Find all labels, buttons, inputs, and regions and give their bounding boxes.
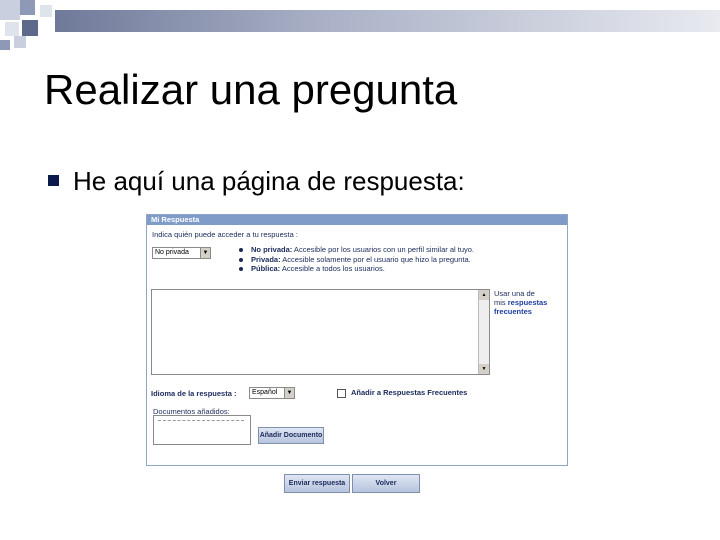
textarea-scrollbar[interactable]: ▲ ▼ bbox=[478, 290, 489, 374]
panel-header: Mi Respuesta bbox=[147, 215, 567, 225]
documents-list-divider bbox=[158, 420, 244, 421]
access-select-value: No privada bbox=[155, 249, 189, 256]
answer-panel: Mi Respuesta Indica quién puede acceder … bbox=[146, 214, 568, 466]
deco-square bbox=[22, 20, 38, 36]
chevron-down-icon[interactable]: ▼ bbox=[200, 248, 210, 258]
frequent-answers-link[interactable]: frecuentes bbox=[494, 307, 532, 316]
access-options-list: No privada: Accesible por los usuarios c… bbox=[239, 245, 474, 274]
scroll-up-icon[interactable]: ▲ bbox=[479, 290, 489, 300]
bullet-item: He aquí una página de respuesta: bbox=[48, 166, 465, 197]
top-decorative-bar bbox=[55, 10, 720, 32]
frequent-answers-link[interactable]: respuestas bbox=[508, 298, 548, 307]
send-response-button[interactable]: Enviar respuesta bbox=[284, 474, 350, 493]
back-button[interactable]: Volver bbox=[352, 474, 420, 493]
bullet-dot-icon bbox=[239, 257, 243, 262]
bullet-square-icon bbox=[48, 174, 59, 186]
language-select[interactable]: Español ▼ bbox=[249, 387, 295, 399]
access-option: Privada: Accesible solamente por el usua… bbox=[239, 255, 474, 265]
add-frequent-label: Añadir a Respuestas Frecuentes bbox=[351, 388, 468, 397]
slide-title: Realizar una pregunta bbox=[44, 66, 458, 113]
deco-square bbox=[14, 36, 26, 48]
deco-square bbox=[40, 5, 52, 17]
deco-square bbox=[0, 0, 20, 20]
bullet-dot-icon bbox=[239, 248, 243, 253]
chevron-down-icon[interactable]: ▼ bbox=[284, 388, 294, 398]
deco-square bbox=[5, 22, 19, 36]
add-document-button[interactable]: Añadir Documento bbox=[258, 427, 324, 444]
access-select[interactable]: No privada ▼ bbox=[152, 247, 211, 259]
bullet-text: He aquí una página de respuesta: bbox=[73, 166, 465, 196]
scroll-down-icon[interactable]: ▼ bbox=[479, 364, 489, 374]
add-frequent-checkbox[interactable] bbox=[337, 388, 346, 398]
deco-square bbox=[20, 0, 35, 15]
bullet-dot-icon bbox=[239, 267, 243, 272]
frequent-answers-note: Usar una de mis respuestas frecuentes bbox=[494, 289, 548, 316]
response-textarea[interactable]: ▲ ▼ bbox=[151, 289, 490, 375]
language-label: Idioma de la respuesta : bbox=[151, 389, 237, 398]
documents-list[interactable] bbox=[153, 415, 251, 445]
access-option: Pública: Accesible a todos los usuarios. bbox=[239, 264, 474, 274]
access-prompt: Indica quién puede acceder a tu respuest… bbox=[152, 230, 298, 239]
access-option: No privada: Accesible por los usuarios c… bbox=[239, 245, 474, 255]
language-select-value: Español bbox=[252, 389, 278, 396]
add-frequent-row[interactable]: Añadir a Respuestas Frecuentes bbox=[337, 388, 467, 398]
deco-square bbox=[0, 40, 10, 50]
